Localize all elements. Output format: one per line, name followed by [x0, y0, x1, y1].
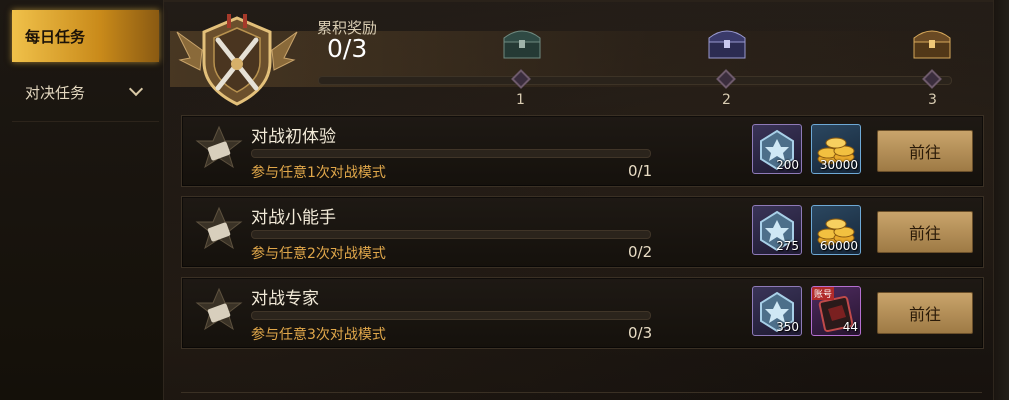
task-progress-text: 0/2 — [628, 243, 653, 261]
go-button[interactable]: 前往 — [877, 130, 973, 172]
reward-item[interactable]: 200 — [752, 124, 802, 174]
task-title: 对战初体验 — [251, 127, 336, 147]
reward-quantity: 200 — [776, 158, 799, 172]
chest-2-icon[interactable] — [703, 22, 751, 62]
bottom-divider — [181, 392, 982, 393]
reward-item[interactable]: 账号 44 — [811, 286, 861, 336]
reward-quantity: 44 — [842, 320, 858, 334]
reward-item[interactable]: 350 — [752, 286, 802, 336]
crossed-swords-emblem-icon — [176, 14, 298, 106]
reward-quantity: 350 — [776, 320, 799, 334]
reward-count: 0/3 — [327, 34, 368, 63]
task-progress-bar — [251, 311, 651, 320]
task-progress-bar — [251, 230, 651, 239]
reward-item[interactable]: 60000 — [811, 205, 861, 255]
sidebar-item-label: 对决任务 — [25, 83, 86, 102]
reward-item[interactable]: 275 — [752, 205, 802, 255]
reward-quantity: 60000 — [819, 239, 858, 253]
task-row: 对战小能手 参与任意2次对战模式 0/2 275 60000 前往 — [181, 196, 984, 268]
task-description: 参与任意3次对战模式 — [251, 327, 386, 343]
scrollbar-track[interactable] — [993, 0, 1009, 400]
task-progress-text: 0/1 — [628, 162, 653, 180]
task-title: 对战专家 — [251, 289, 319, 309]
task-scroll-icon — [195, 287, 243, 331]
reward-progress-bar — [318, 76, 952, 85]
sidebar-item-daily-tasks[interactable]: 每日任务 — [12, 10, 159, 62]
task-title: 对战小能手 — [251, 208, 336, 228]
reward-item[interactable]: 30000 — [811, 124, 861, 174]
reward-quantity: 30000 — [819, 158, 858, 172]
task-progress-text: 0/3 — [628, 324, 653, 342]
task-progress-bar — [251, 149, 651, 158]
reward-tag: 账号 — [814, 290, 833, 300]
task-description: 参与任意2次对战模式 — [251, 246, 386, 262]
milestone-label: 3 — [928, 92, 937, 108]
task-scroll-icon — [195, 125, 243, 169]
sidebar: 每日任务 对决任务 — [0, 0, 164, 400]
task-row: 对战专家 参与任意3次对战模式 0/3 350 账号 44 前往 — [181, 277, 984, 349]
milestone-label: 1 — [516, 92, 525, 108]
go-button[interactable]: 前往 — [877, 292, 973, 334]
sidebar-divider — [12, 121, 159, 122]
task-scroll-icon — [195, 206, 243, 250]
milestone-label: 2 — [722, 92, 731, 108]
chevron-down-icon — [128, 81, 144, 97]
reward-quantity: 275 — [776, 239, 799, 253]
top-divider — [163, 0, 1009, 2]
task-description: 参与任意1次对战模式 — [251, 165, 386, 181]
go-button[interactable]: 前往 — [877, 211, 973, 253]
chest-1-icon[interactable] — [498, 22, 546, 62]
sidebar-item-duel-tasks[interactable]: 对决任务 — [12, 66, 159, 118]
chest-3-icon[interactable] — [908, 22, 956, 62]
sidebar-item-label: 每日任务 — [25, 27, 86, 46]
task-row: 对战初体验 参与任意1次对战模式 0/1 200 30000 前往 — [181, 115, 984, 187]
